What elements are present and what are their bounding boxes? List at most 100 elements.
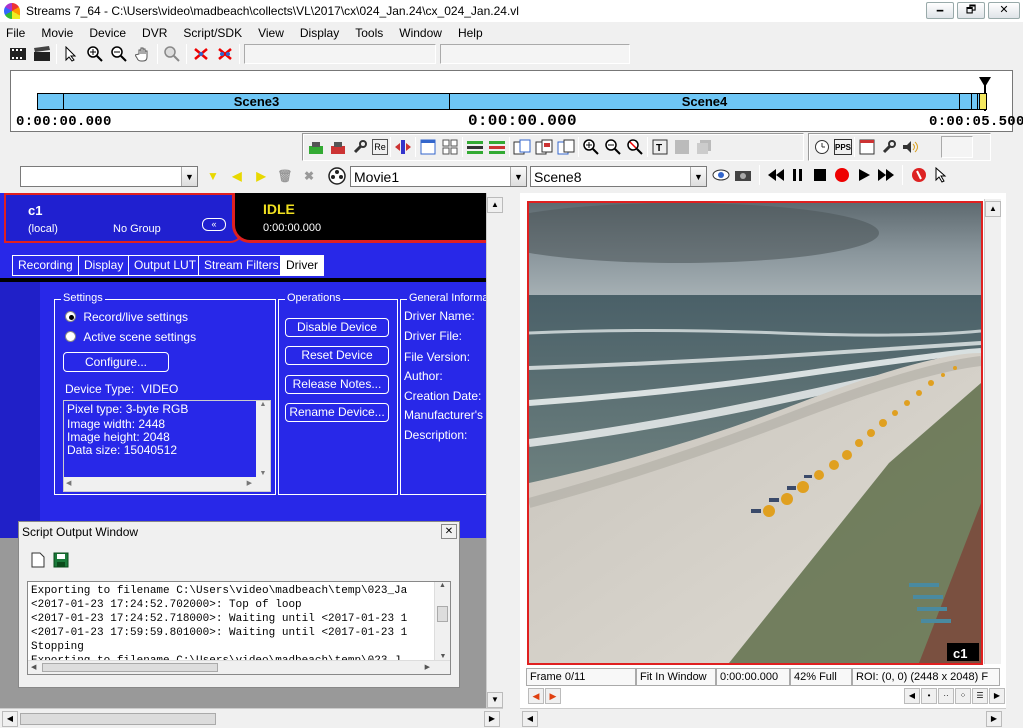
menu-file[interactable]: File	[0, 24, 33, 40]
pause-icon[interactable]	[788, 165, 808, 185]
play-icon[interactable]	[854, 165, 874, 185]
stop-icon[interactable]	[810, 165, 830, 185]
pointer-icon[interactable]	[61, 44, 81, 64]
pps-button[interactable]: PPS	[834, 139, 852, 155]
menu-window[interactable]: Window	[391, 24, 450, 40]
fast-forward-icon[interactable]	[876, 165, 896, 185]
menu-movie[interactable]: Movie	[33, 24, 81, 40]
menu-dvr[interactable]: DVR	[134, 24, 175, 40]
wrench-icon[interactable]	[350, 137, 370, 157]
last-frame-icon[interactable]: ▶	[545, 688, 561, 704]
maximize-button[interactable]: 🗗	[957, 2, 985, 19]
menu-display[interactable]: Display	[292, 24, 347, 40]
tab-recording[interactable]: Recording	[12, 255, 79, 276]
camera-image-viewport[interactable]: c1	[527, 201, 983, 665]
scroll-thumb[interactable]	[20, 713, 216, 725]
timestamp-icon[interactable]: T	[650, 137, 670, 157]
rename-device-button[interactable]: Rename Device...	[285, 403, 389, 422]
scroll-up-icon[interactable]: ▲	[985, 201, 1001, 217]
fit-mode[interactable]: Fit In Window	[636, 668, 716, 686]
disable-device-button[interactable]: Disable Device	[285, 318, 389, 337]
wrench-icon[interactable]	[879, 137, 899, 157]
export-frames-icon[interactable]	[534, 137, 554, 157]
zoom-region-icon[interactable]	[162, 44, 182, 64]
zoom-reset-icon[interactable]	[625, 137, 645, 157]
menu-view[interactable]: View	[250, 24, 292, 40]
chevron-down-icon[interactable]: ▼	[690, 167, 706, 186]
single-window-icon[interactable]	[418, 137, 438, 157]
info-hscrollbar[interactable]: ◀ ▶	[64, 477, 270, 491]
grid-dots-icon[interactable]: ⁘	[955, 688, 971, 704]
filter-down-icon[interactable]: ▼	[203, 166, 223, 186]
pointer-record-icon[interactable]	[931, 165, 951, 185]
device-add-icon[interactable]	[306, 137, 326, 157]
scroll-right-icon[interactable]: ▶	[986, 711, 1002, 727]
zoom-out-icon[interactable]	[603, 137, 623, 157]
eye-icon[interactable]	[711, 165, 731, 185]
scroll-right-icon[interactable]: ▶	[989, 688, 1005, 704]
new-file-icon[interactable]	[31, 552, 45, 571]
device-header[interactable]: c1 (local) No Group «	[4, 193, 244, 243]
list-edit-icon[interactable]	[487, 137, 507, 157]
radio-record-live[interactable]: Record/live settings	[65, 310, 188, 324]
configure-button[interactable]: Configure...	[63, 352, 169, 372]
minimize-button[interactable]: 🗕	[926, 2, 954, 19]
device-select[interactable]: ▼	[20, 166, 198, 187]
stop-all-icon[interactable]	[909, 165, 929, 185]
next-device-icon[interactable]: ▶	[251, 166, 271, 186]
menu-script-sdk[interactable]: Script/SDK	[175, 24, 250, 40]
scene-segment-small-1[interactable]	[960, 94, 972, 109]
chevron-down-icon[interactable]: ▼	[181, 167, 197, 186]
scroll-left-icon[interactable]: ◀	[66, 479, 71, 487]
scene-segment-current[interactable]	[979, 94, 986, 109]
zoom-in-icon[interactable]	[581, 137, 601, 157]
timeline-panel[interactable]: Scene3 Scene4 0:00:00.000 0:00:00.000 0:…	[10, 70, 1023, 132]
split-icon[interactable]	[393, 137, 413, 157]
collapse-icon[interactable]: «	[202, 218, 226, 231]
scene-segment-first[interactable]	[38, 94, 64, 109]
overlay-icon[interactable]	[672, 137, 692, 157]
chevron-down-icon[interactable]: ▼	[510, 167, 526, 186]
scroll-up-icon[interactable]: ▲	[487, 197, 503, 213]
bars-icon[interactable]: ☰	[972, 688, 988, 704]
zoom-in-icon[interactable]	[85, 44, 105, 64]
re-button[interactable]: Re	[372, 139, 388, 155]
scroll-up-icon[interactable]: ▲	[256, 401, 270, 408]
left-horizontal-scrollbar[interactable]: ◀ ▶	[0, 708, 503, 728]
script-hscrollbar[interactable]: ◀ ▶	[28, 660, 450, 674]
zoom-out-icon[interactable]	[109, 44, 129, 64]
scroll-right-icon[interactable]: ▶	[247, 479, 252, 487]
tab-output-lut[interactable]: Output LUT	[128, 255, 203, 276]
info-scrollbar[interactable]: ▲ ▼	[256, 401, 270, 477]
disconnect-all-icon[interactable]	[215, 44, 235, 64]
rewind-icon[interactable]	[766, 165, 786, 185]
close-button[interactable]: ✕	[988, 2, 1020, 19]
scroll-down-icon[interactable]: ▼	[256, 470, 270, 477]
movie-select[interactable]: Movie1 ▼	[350, 166, 527, 187]
reset-device-button[interactable]: Reset Device	[285, 346, 389, 365]
right-horizontal-scrollbar[interactable]: ◀ ▶	[520, 708, 1006, 728]
script-vscrollbar[interactable]: ▲ ▼	[434, 582, 450, 660]
scene-segment-small-2[interactable]	[972, 94, 978, 109]
scroll-left-icon[interactable]: ◀	[2, 711, 18, 727]
menu-tools[interactable]: Tools	[347, 24, 391, 40]
scene-segment-scene3[interactable]: Scene3	[64, 94, 450, 109]
first-frame-icon[interactable]: ◀	[528, 688, 544, 704]
clear-icon[interactable]: ✖	[299, 166, 319, 186]
radio-button-selected[interactable]	[65, 311, 76, 322]
tab-driver[interactable]: Driver	[280, 255, 324, 276]
script-close-button[interactable]: ✕	[441, 524, 457, 539]
camera-icon[interactable]	[733, 165, 753, 185]
export-icon[interactable]	[512, 137, 532, 157]
disconnect-icon[interactable]	[191, 44, 211, 64]
menu-help[interactable]: Help	[450, 24, 491, 40]
scene-segment-scene4[interactable]: Scene4	[450, 94, 960, 109]
tab-display[interactable]: Display	[78, 255, 130, 276]
scene-track[interactable]: Scene3 Scene4	[37, 93, 987, 110]
left-vertical-scrollbar[interactable]: ▲ ▼	[486, 193, 503, 708]
scroll-down-icon[interactable]: ▼	[487, 692, 503, 708]
panel-splitter[interactable]	[503, 193, 520, 708]
radio-button[interactable]	[65, 331, 76, 342]
scene-select[interactable]: Scene8 ▼	[530, 166, 707, 187]
grid-window-icon[interactable]	[440, 137, 460, 157]
